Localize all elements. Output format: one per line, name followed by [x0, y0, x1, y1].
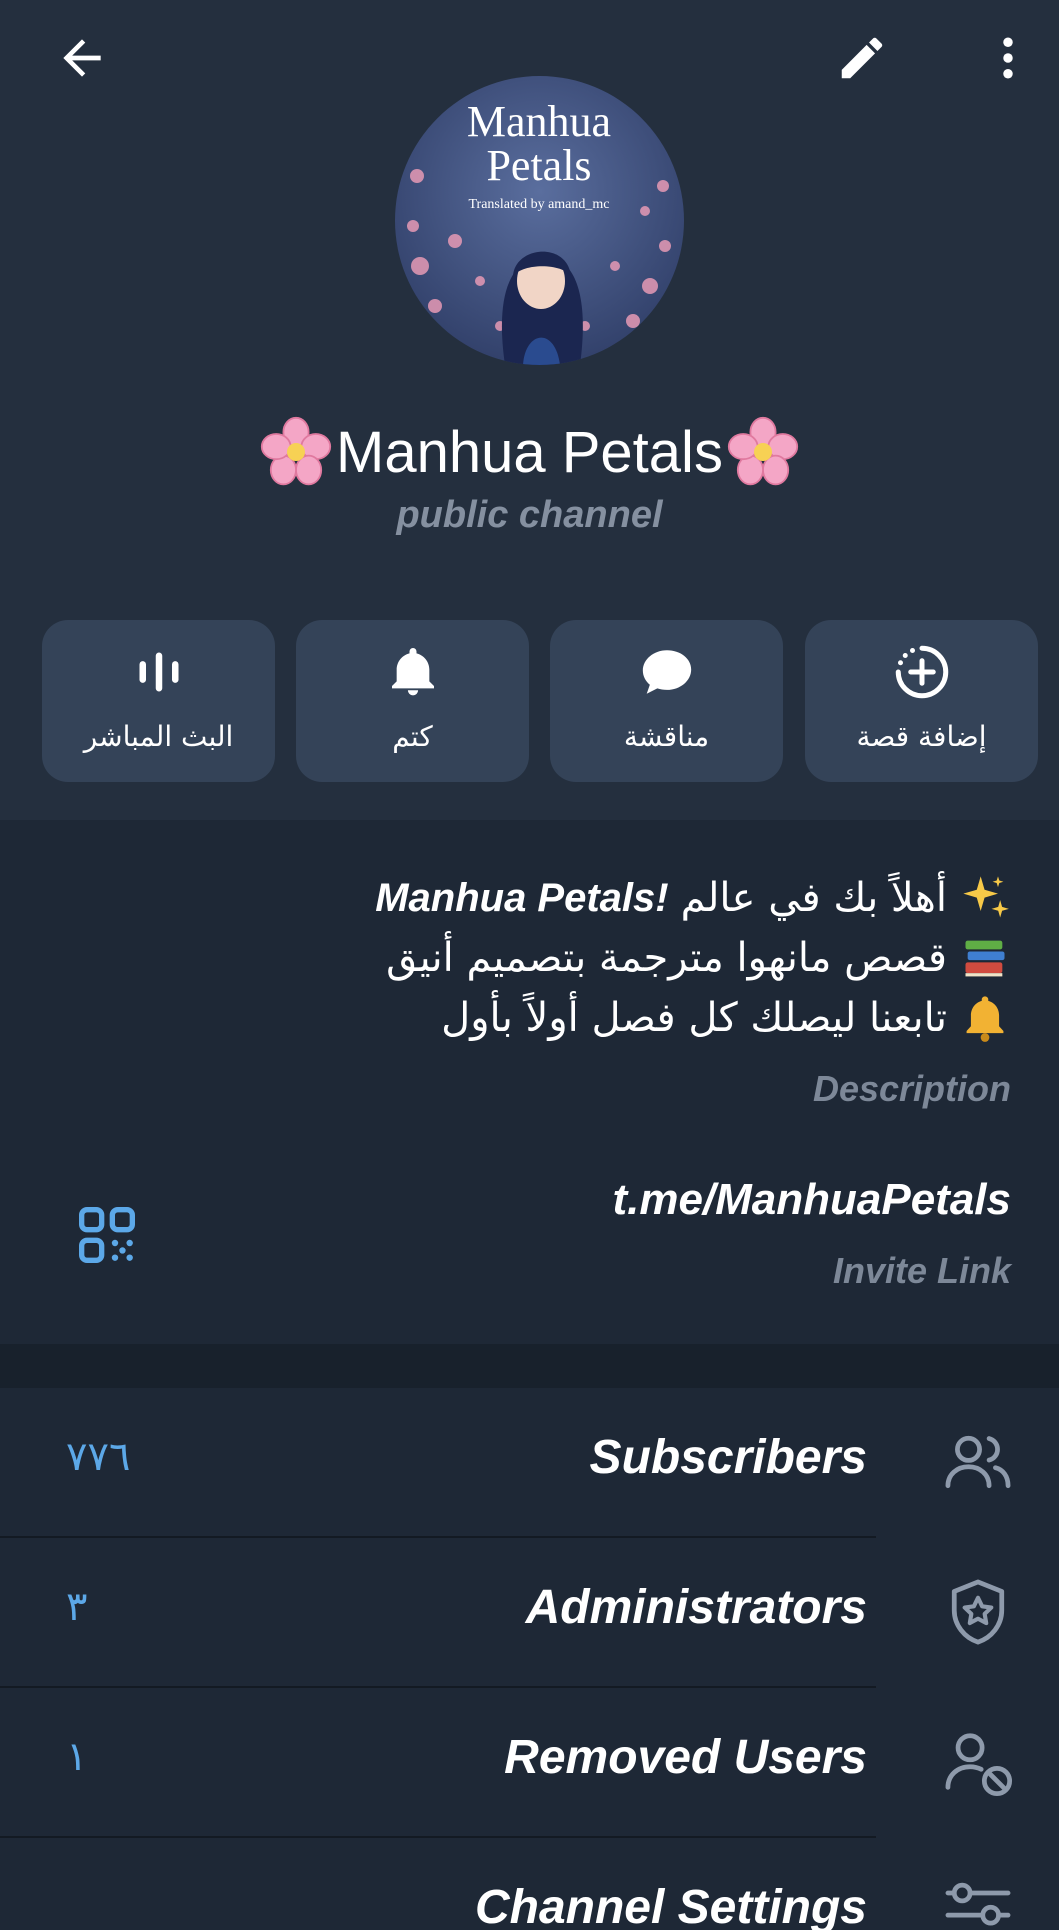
subscribers-label: Subscribers: [589, 1431, 867, 1484]
avatar-image: Manhua Petals Translated by amand_mc: [395, 76, 684, 365]
channel-description: أهلاً بك في عالم Manhua Petals! قصص مانه…: [131, 868, 1011, 1048]
add-story-icon: [895, 645, 948, 699]
mute-button[interactable]: كتم: [296, 620, 529, 782]
settings-sliders-icon: [945, 1882, 1011, 1926]
edit-button[interactable]: [820, 16, 904, 100]
avatar-credit: Translated by amand_mc: [468, 197, 609, 212]
channel-type: public channel: [396, 494, 663, 536]
removed-users-label: Removed Users: [504, 1731, 867, 1784]
more-vertical-icon: [1003, 37, 1013, 79]
section-divider: [0, 1344, 1059, 1388]
books-icon: [965, 940, 1005, 977]
description-line-2: قصص مانهوا مترجمة بتصميم أنيق: [131, 928, 1011, 988]
avatar-title-line2: Petals: [486, 141, 591, 190]
administrators-label: Administrators: [525, 1581, 867, 1634]
description-line-1-bold: Manhua Petals!: [375, 876, 669, 920]
channel-info-screen: Manhua Petals Translated by amand_mc Man…: [0, 0, 1059, 1930]
subscribers-count: ٧٧٦: [66, 1434, 131, 1480]
description-line-1: أهلاً بك في عالم Manhua Petals!: [131, 868, 1011, 928]
live-stream-button[interactable]: البث المباشر: [42, 620, 275, 782]
invite-link[interactable]: t.me/ManhuaPetals: [612, 1175, 1011, 1225]
invite-link-caption: Invite Link: [832, 1250, 1011, 1291]
channel-title: Manhua Petals: [0, 410, 1059, 494]
sparkles-icon: [963, 876, 1009, 918]
avatar-title-line1: Manhua: [467, 97, 611, 146]
description-line-2-text: قصص مانهوا مترجمة بتصميم أنيق: [386, 935, 947, 981]
live-stream-icon: [139, 652, 178, 692]
description-line-3: تابعنا ليصلك كل فصل أولاً بأول: [131, 988, 1011, 1048]
back-arrow-icon: [63, 39, 101, 77]
description-line-1-text: أهلاً بك في عالم: [680, 875, 947, 921]
subscribers-row[interactable]: ٧٧٦ Subscribers: [0, 1388, 1059, 1538]
more-options-button[interactable]: [966, 16, 1050, 100]
channel-info-card: أهلاً بك في عالم Manhua Petals! قصص مانه…: [0, 820, 1059, 1344]
channel-management-list: ٧٧٦ Subscribers ٣ Administrators ١ Remov…: [0, 1388, 1059, 1930]
removed-user-icon: [945, 1733, 1013, 1797]
channel-settings-label: Channel Settings: [474, 1881, 867, 1930]
back-button[interactable]: [40, 16, 124, 100]
description-caption: Description: [812, 1068, 1011, 1109]
channel-avatar[interactable]: Manhua Petals Translated by amand_mc: [395, 76, 684, 365]
channel-name: Manhua Petals: [336, 419, 723, 485]
add-story-label: إضافة قصة: [856, 720, 987, 753]
discussion-button[interactable]: مناقشة: [550, 620, 783, 782]
admin-shield-icon: [951, 1579, 1005, 1645]
administrators-row[interactable]: ٣ Administrators: [0, 1538, 1059, 1688]
cherry-blossom-icon: [727, 416, 799, 486]
bell-icon: [391, 647, 434, 696]
removed-users-row[interactable]: ١ Removed Users: [0, 1688, 1059, 1838]
removed-users-count: ١: [66, 1734, 88, 1780]
discussion-label: مناقشة: [623, 720, 710, 753]
qr-code-button[interactable]: [70, 1198, 144, 1272]
cherry-blossom-icon: [260, 416, 332, 486]
add-story-button[interactable]: إضافة قصة: [805, 620, 1038, 782]
bell-emoji-icon: [966, 996, 1004, 1042]
channel-header: Manhua Petals Translated by amand_mc Man…: [0, 0, 1059, 820]
qr-code-icon: [78, 1207, 135, 1263]
edit-pencil-icon: [841, 37, 883, 79]
mute-label: كتم: [392, 720, 433, 753]
chat-bubble-icon: [642, 650, 691, 694]
administrators-count: ٣: [66, 1584, 88, 1630]
description-line-3-text: تابعنا ليصلك كل فصل أولاً بأول: [441, 995, 947, 1041]
users-icon: [945, 1435, 1011, 1489]
channel-settings-row[interactable]: Channel Settings: [0, 1838, 1059, 1930]
action-buttons: البث المباشر كتم مناقشة إضافة قصة: [42, 620, 1038, 782]
live-stream-label: البث المباشر: [83, 720, 234, 753]
